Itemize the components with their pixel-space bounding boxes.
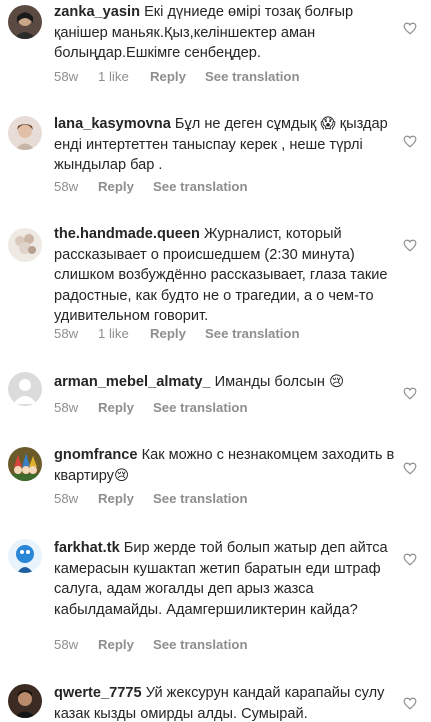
comment-text: the.handmade.queen Журналист, который ра… bbox=[54, 224, 400, 327]
comment-username[interactable]: qwerte_7775 bbox=[54, 685, 142, 701]
avatar[interactable] bbox=[8, 116, 42, 150]
comment-text: qwerte_7775 Уй жексурун кандай карапайы … bbox=[54, 683, 400, 722]
reply-button[interactable]: Reply bbox=[98, 400, 153, 415]
comment-meta: 58w Reply See translation bbox=[54, 491, 248, 506]
avatar[interactable] bbox=[8, 372, 42, 406]
see-translation-button[interactable]: See translation bbox=[153, 400, 248, 415]
see-translation-button[interactable]: See translation bbox=[153, 179, 248, 194]
heart-outline-icon[interactable] bbox=[403, 553, 417, 566]
avatar[interactable] bbox=[8, 684, 42, 718]
comment-item: gnomfrance Как можно с незнакомцем заход… bbox=[0, 440, 431, 515]
avatar[interactable] bbox=[8, 447, 42, 481]
comment-item: farkhat.tk Бир жерде той болып жатыр деп… bbox=[0, 533, 431, 658]
comment-meta: 58w Reply See translation bbox=[54, 637, 248, 652]
comment-item: zanka_yasin Екі дүниеде өмірі тозақ болғ… bbox=[0, 0, 431, 95]
comment-item: arman_mebel_almaty_ Иманды болсын 😢 58w … bbox=[0, 368, 431, 428]
comment-item: the.handmade.queen Журналист, который ра… bbox=[0, 222, 431, 347]
reply-button[interactable]: Reply bbox=[150, 69, 205, 84]
comment-text: gnomfrance Как можно с незнакомцем заход… bbox=[54, 445, 400, 486]
heart-outline-icon[interactable] bbox=[403, 239, 417, 252]
comment-time: 58w bbox=[54, 179, 79, 194]
comment-text: lana_kasymovna Бұл не деген сұмдық 😱 қыз… bbox=[54, 114, 400, 176]
comment-username[interactable]: the.handmade.queen bbox=[54, 226, 200, 242]
heart-outline-icon[interactable] bbox=[403, 462, 417, 475]
see-translation-button[interactable]: See translation bbox=[205, 69, 300, 84]
avatar[interactable] bbox=[8, 539, 42, 573]
comment-text: zanka_yasin Екі дүниеде өмірі тозақ болғ… bbox=[54, 2, 400, 64]
heart-outline-icon[interactable] bbox=[403, 387, 417, 400]
comment-meta: 58w Reply See translation bbox=[54, 400, 248, 415]
comment-likes[interactable]: 1 like bbox=[98, 326, 150, 341]
heart-outline-icon[interactable] bbox=[403, 22, 417, 35]
comment-text: arman_mebel_almaty_ Иманды болсын 😢 bbox=[54, 372, 400, 393]
comment-time: 58w bbox=[54, 491, 79, 506]
comment-meta: 58w 1 like Reply See translation bbox=[54, 326, 300, 341]
comment-item: qwerte_7775 Уй жексурун кандай карапайы … bbox=[0, 680, 431, 722]
comment-time: 58w bbox=[54, 637, 79, 652]
comment-time: 58w bbox=[54, 69, 79, 84]
reply-button[interactable]: Reply bbox=[150, 326, 205, 341]
see-translation-button[interactable]: See translation bbox=[205, 326, 300, 341]
avatar[interactable] bbox=[8, 5, 42, 39]
comment-time: 58w bbox=[54, 326, 79, 341]
comment-likes[interactable]: 1 like bbox=[98, 69, 150, 84]
comment-username[interactable]: lana_kasymovna bbox=[54, 116, 171, 132]
comment-meta: 58w Reply See translation bbox=[54, 179, 248, 194]
avatar[interactable] bbox=[8, 228, 42, 262]
comment-username[interactable]: zanka_yasin bbox=[54, 4, 140, 20]
comment-meta: 58w 1 like Reply See translation bbox=[54, 69, 300, 84]
comment-username[interactable]: gnomfrance bbox=[54, 447, 138, 463]
reply-button[interactable]: Reply bbox=[98, 491, 153, 506]
see-translation-button[interactable]: See translation bbox=[153, 637, 248, 652]
comment-item: lana_kasymovna Бұл не деген сұмдық 😱 қыз… bbox=[0, 108, 431, 203]
reply-button[interactable]: Reply bbox=[98, 637, 153, 652]
comment-username[interactable]: farkhat.tk bbox=[54, 540, 120, 556]
comment-username[interactable]: arman_mebel_almaty_ bbox=[54, 374, 211, 390]
comment-time: 58w bbox=[54, 400, 79, 415]
comment-text: farkhat.tk Бир жерде той болып жатыр деп… bbox=[54, 538, 400, 620]
heart-outline-icon[interactable] bbox=[403, 135, 417, 148]
reply-button[interactable]: Reply bbox=[98, 179, 153, 194]
comment-body: Иманды болсын 😢 bbox=[214, 374, 345, 390]
see-translation-button[interactable]: See translation bbox=[153, 491, 248, 506]
heart-outline-icon[interactable] bbox=[403, 697, 417, 710]
